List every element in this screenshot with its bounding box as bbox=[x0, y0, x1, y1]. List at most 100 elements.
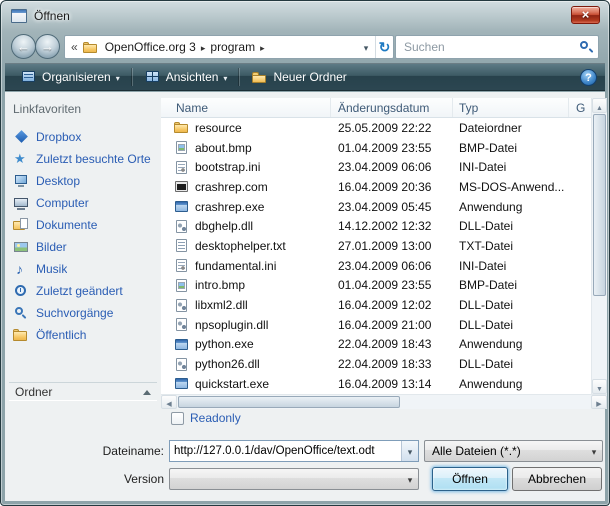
toolbar-separator bbox=[239, 68, 240, 86]
sidebar-item[interactable]: Bilder bbox=[9, 236, 157, 258]
file-row[interactable]: quickstart.exe 16.04.2009 13:14 Anwendun… bbox=[161, 374, 591, 394]
file-icon bbox=[174, 120, 189, 135]
sidebar-item[interactable]: Zuletzt besuchte Orte bbox=[9, 148, 157, 170]
scroll-right-button[interactable] bbox=[591, 395, 607, 409]
filename-dropdown-button[interactable] bbox=[401, 441, 418, 461]
sidebar-item-icon bbox=[13, 217, 30, 233]
column-header-date[interactable]: Änderungsdatum bbox=[331, 98, 453, 117]
file-type: DLL-Datei bbox=[453, 357, 569, 371]
file-type: Dateiordner bbox=[453, 121, 569, 135]
breadcrumb-item[interactable]: program bbox=[208, 40, 257, 54]
cancel-button[interactable]: Abbrechen bbox=[512, 467, 602, 491]
chevron-down-icon bbox=[116, 70, 120, 84]
checkbox-box bbox=[171, 412, 184, 425]
version-dropdown-button[interactable] bbox=[402, 472, 418, 486]
column-header-size[interactable]: G bbox=[569, 98, 591, 117]
refresh-icon bbox=[379, 40, 391, 55]
favorites-header: Linkfavoriten bbox=[9, 98, 157, 126]
column-header-name[interactable]: Name bbox=[161, 98, 331, 117]
sidebar-item[interactable]: Computer bbox=[9, 192, 157, 214]
refresh-button[interactable] bbox=[375, 36, 393, 58]
navigation-bar: « OpenOffice.org 3 program bbox=[2, 30, 608, 63]
file-row[interactable]: desktophelper.txt 27.01.2009 13:00 TXT-D… bbox=[161, 236, 591, 256]
file-icon bbox=[174, 298, 189, 313]
scroll-up-button[interactable] bbox=[592, 98, 607, 113]
sidebar-item-label: Bilder bbox=[36, 240, 67, 254]
search-input[interactable] bbox=[402, 39, 580, 55]
readonly-checkbox[interactable]: Readonly bbox=[171, 411, 241, 425]
forward-icon bbox=[41, 40, 54, 54]
file-date: 01.04.2009 23:55 bbox=[331, 278, 453, 292]
organize-icon bbox=[21, 69, 37, 85]
file-type: Anwendung bbox=[453, 337, 569, 351]
filetype-dropdown[interactable]: Alle Dateien (*.*) bbox=[424, 440, 603, 462]
file-name-cell: dbghelp.dll bbox=[161, 219, 331, 234]
file-row[interactable]: intro.bmp 01.04.2009 23:55 BMP-Datei bbox=[161, 276, 591, 296]
file-name-cell: python26.dll bbox=[161, 357, 331, 372]
address-bar[interactable]: « OpenOffice.org 3 program bbox=[64, 35, 394, 59]
scroll-down-button[interactable] bbox=[592, 379, 607, 394]
open-button[interactable]: Öffnen bbox=[432, 467, 508, 491]
filename-combobox[interactable] bbox=[169, 440, 419, 462]
sidebar-item[interactable]: Musik bbox=[9, 258, 157, 280]
breadcrumb-separator-icon bbox=[257, 40, 268, 54]
file-row[interactable]: crashrep.com 16.04.2009 20:36 MS-DOS-Anw… bbox=[161, 177, 591, 197]
filename-input[interactable] bbox=[170, 445, 401, 457]
file-name-cell: intro.bmp bbox=[161, 278, 331, 293]
file-type: BMP-Datei bbox=[453, 141, 569, 155]
search-box[interactable] bbox=[395, 35, 599, 59]
new-folder-button[interactable]: Neuer Ordner bbox=[244, 66, 354, 88]
file-row[interactable]: libxml2.dll 16.04.2009 12:02 DLL-Datei bbox=[161, 295, 591, 315]
open-dialog: Öffnen « OpenOffice.org 3 program bbox=[0, 0, 610, 506]
search-icon[interactable] bbox=[580, 41, 592, 53]
file-name: libxml2.dll bbox=[195, 298, 248, 312]
help-button[interactable] bbox=[580, 69, 597, 86]
titlebar[interactable]: Öffnen bbox=[2, 2, 608, 30]
file-row[interactable]: npsoplugin.dll 16.04.2009 21:00 DLL-Date… bbox=[161, 315, 591, 335]
file-name: npsoplugin.dll bbox=[195, 318, 268, 332]
sidebar-item[interactable]: Suchvorgänge bbox=[9, 302, 157, 324]
file-row[interactable]: resource 25.05.2009 22:22 Dateiordner bbox=[161, 118, 591, 138]
file-icon bbox=[174, 219, 189, 234]
sidebar-item[interactable]: Öffentlich bbox=[9, 324, 157, 346]
vertical-scrollbar[interactable] bbox=[591, 98, 607, 394]
file-row[interactable]: python.exe 22.04.2009 18:43 Anwendung bbox=[161, 335, 591, 355]
close-button[interactable] bbox=[571, 6, 600, 24]
file-type: BMP-Datei bbox=[453, 278, 569, 292]
filetype-dropdown-button[interactable] bbox=[586, 444, 602, 458]
file-name: resource bbox=[195, 121, 242, 135]
file-row[interactable]: crashrep.exe 23.04.2009 05:45 Anwendung bbox=[161, 197, 591, 217]
scroll-left-button[interactable] bbox=[161, 395, 177, 409]
views-button[interactable]: Ansichten bbox=[137, 66, 236, 88]
folders-expander[interactable]: Ordner bbox=[9, 382, 157, 401]
file-row[interactable]: about.bmp 01.04.2009 23:55 BMP-Datei bbox=[161, 138, 591, 158]
file-name: python26.dll bbox=[195, 357, 260, 371]
sidebar-item[interactable]: Desktop bbox=[9, 170, 157, 192]
file-icon bbox=[174, 317, 189, 332]
horizontal-scrollbar[interactable] bbox=[161, 394, 607, 409]
forward-button[interactable] bbox=[35, 34, 60, 59]
file-name: desktophelper.txt bbox=[195, 239, 286, 253]
sidebar-item[interactable]: Zuletzt geändert bbox=[9, 280, 157, 302]
vertical-scroll-thumb[interactable] bbox=[593, 114, 606, 296]
file-icon bbox=[174, 258, 189, 273]
sidebar-item-icon bbox=[13, 261, 30, 277]
sidebar-item-label: Zuletzt geändert bbox=[36, 284, 123, 298]
file-date: 16.04.2009 12:02 bbox=[331, 298, 453, 312]
file-row[interactable]: bootstrap.ini 23.04.2009 06:06 INI-Datei bbox=[161, 157, 591, 177]
breadcrumb-overflow-chevron[interactable]: « bbox=[71, 40, 78, 54]
address-dropdown-button[interactable] bbox=[357, 36, 375, 58]
version-dropdown[interactable] bbox=[169, 468, 419, 490]
sidebar-item[interactable]: Dropbox bbox=[9, 126, 157, 148]
filename-label: Dateiname: bbox=[5, 444, 164, 458]
back-button[interactable] bbox=[11, 34, 36, 59]
breadcrumb-item[interactable]: OpenOffice.org 3 bbox=[103, 40, 198, 54]
organize-button[interactable]: Organisieren bbox=[13, 66, 128, 88]
file-row[interactable]: dbghelp.dll 14.12.2002 12:32 DLL-Datei bbox=[161, 216, 591, 236]
file-row[interactable]: fundamental.ini 23.04.2009 06:06 INI-Dat… bbox=[161, 256, 591, 276]
sidebar-item[interactable]: Dokumente bbox=[9, 214, 157, 236]
file-type: DLL-Datei bbox=[453, 298, 569, 312]
column-header-type[interactable]: Typ bbox=[453, 98, 569, 117]
horizontal-scroll-thumb[interactable] bbox=[178, 396, 400, 408]
file-row[interactable]: python26.dll 22.04.2009 18:33 DLL-Datei bbox=[161, 354, 591, 374]
